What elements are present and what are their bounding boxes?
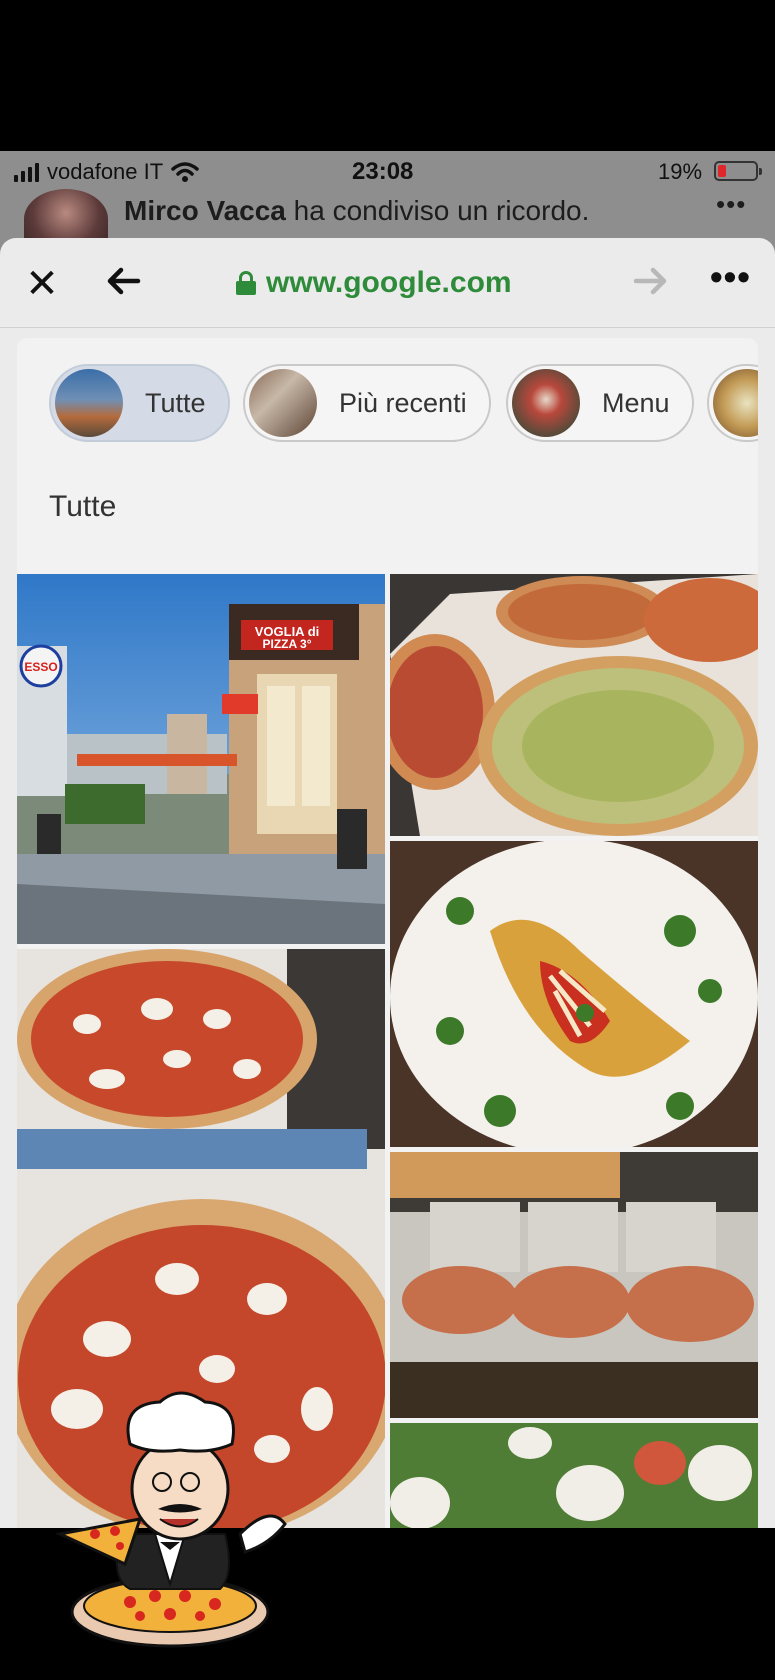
photo-arugula-burrata[interactable] [390,1423,758,1528]
post-more-icon[interactable]: ••• [716,189,746,220]
arugula-burrata-image [390,1423,758,1528]
battery-icon [714,161,762,181]
cutlet-plate-image [390,841,758,1147]
close-icon[interactable]: ✕ [22,264,62,304]
chip-thumbnail [713,369,758,437]
kitchen-bases-image [390,1152,758,1418]
chip-thumbnail [55,369,123,437]
chip-tutte[interactable]: Tutte [49,364,230,442]
chip-label: Più recenti [339,387,467,418]
chip-label: Menu [602,387,670,418]
wifi-icon [171,162,199,182]
chip-thumbnail [512,369,580,437]
forward-arrow-icon[interactable] [632,262,670,307]
user-name[interactable]: Mirco Vacca [124,195,286,226]
chip-more[interactable] [707,364,758,442]
chip-thumbnail [249,369,317,437]
post-text-rest: ha condiviso un ricordo. [293,195,590,226]
pizzas-boxes-image [390,574,758,836]
photo-cutlet-plate[interactable] [390,841,758,1147]
in-app-browser: ✕ www.google.com ••• Tutte Più recenti M… [0,238,775,1528]
photo-pizzas-boxes[interactable] [390,574,758,836]
lock-icon [236,271,256,295]
photo-storefront[interactable]: VOGLIA di PIZZA 3° ESSO [17,574,385,944]
battery-percent: 19% [658,159,703,184]
url-text: www.google.com [266,266,512,299]
storefront-image: VOGLIA di PIZZA 3° ESSO [17,574,385,944]
photo-kitchen-bases[interactable] [390,1152,758,1418]
pizzeria-chef-logo [40,1384,310,1654]
carrier: vodafone IT [14,159,199,185]
signal-icon [14,162,39,182]
more-icon[interactable]: ••• [710,256,751,298]
status-bar: vodafone IT 23:08 19% [0,151,775,193]
section-title: Tutte [49,490,117,523]
svg-text:PIZZA 3°: PIZZA 3° [262,637,311,651]
back-arrow-icon[interactable] [104,262,144,302]
svg-text:ESSO: ESSO [24,660,57,674]
google-photos-panel: Tutte Più recenti Menu Tutte VOGLIA di P… [17,338,758,1528]
post-text: Mirco Vacca ha condiviso un ricordo. [124,195,589,227]
clock: 23:08 [352,158,414,185]
chip-menu[interactable]: Menu [506,364,694,442]
browser-toolbar: ✕ www.google.com ••• [0,238,775,328]
url-bar[interactable]: www.google.com [236,266,512,300]
carrier-name: vodafone IT [47,159,164,184]
chip-piu-recenti[interactable]: Più recenti [243,364,491,442]
chip-label: Tutte [145,387,206,418]
